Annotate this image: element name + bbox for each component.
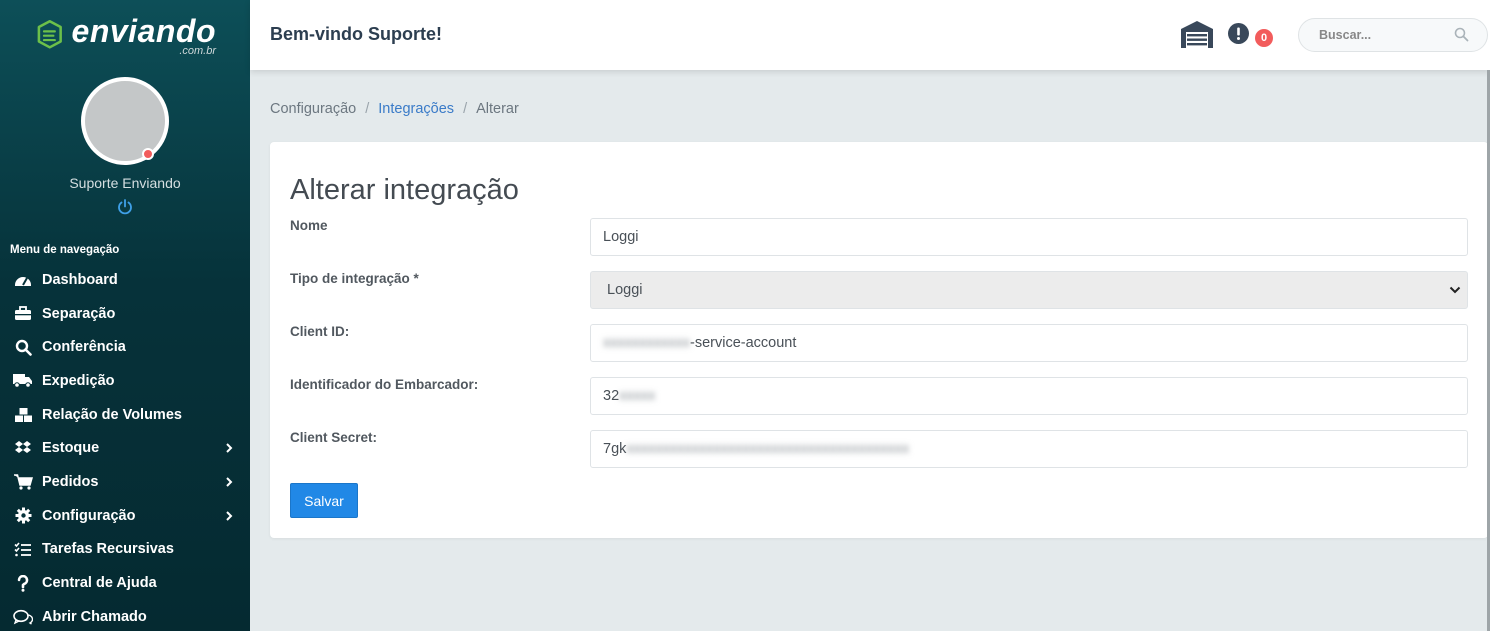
tipo-integracao-value: Loggi <box>607 282 643 298</box>
sidebar-item-abrir-chamado[interactable]: Abrir Chamado <box>0 600 250 631</box>
task-list-icon <box>13 540 33 558</box>
sidebar-item-configuracao[interactable]: Configuração <box>0 499 250 533</box>
field-embarcador: Identificador do Embarcador: 32xxxxx <box>290 377 1468 415</box>
redacted-text: xxxxxxxxxxxx <box>603 335 690 351</box>
edit-integration-card: Alterar integração Nome Loggi Tipo de in… <box>270 142 1488 538</box>
nav-header: Menu de navegação <box>10 244 120 256</box>
chevron-down-icon <box>1449 286 1461 294</box>
logo-box-icon <box>37 19 62 49</box>
warehouse-icon[interactable] <box>1180 19 1214 49</box>
embarcador-visible-part: 32 <box>603 388 620 404</box>
dashboard-gauge-icon <box>13 271 33 289</box>
logo-name: enviando <box>71 13 216 49</box>
user-name: Suporte Enviando <box>69 175 181 191</box>
tipo-integracao-label: Tipo de integração * <box>290 271 419 286</box>
sidebar-item-label: Dashboard <box>42 271 118 288</box>
sidebar-item-central-ajuda[interactable]: Central de Ajuda <box>0 566 250 600</box>
chevron-right-icon <box>226 443 233 453</box>
client-id-visible-part: -service-account <box>690 335 797 351</box>
sidebar-item-label: Central de Ajuda <box>42 575 157 592</box>
chevron-right-icon <box>226 510 233 521</box>
nome-input[interactable]: Loggi <box>590 218 1468 256</box>
sidebar-item-separacao[interactable]: Separação <box>0 297 250 331</box>
status-indicator <box>142 148 154 160</box>
toolbox-icon <box>13 305 33 323</box>
search-icon <box>13 338 33 356</box>
sidebar-item-label: Pedidos <box>42 473 99 490</box>
logo[interactable]: enviando .com.br <box>36 13 216 61</box>
client-secret-label: Client Secret: <box>290 430 378 445</box>
sidebar-item-pedidos[interactable]: Pedidos <box>0 465 250 499</box>
embarcador-label: Identificador do Embarcador: <box>290 377 479 392</box>
truck-icon <box>13 372 33 390</box>
breadcrumb-separator: / <box>365 101 370 117</box>
dropbox-icon <box>13 439 33 457</box>
tipo-integracao-select[interactable]: Loggi <box>590 271 1468 309</box>
sidebar-item-label: Expedição <box>42 372 115 389</box>
chat-icon <box>13 608 33 626</box>
welcome-message: Bem-vindo Suporte! <box>270 24 443 44</box>
sidebar-item-dashboard[interactable]: Dashboard <box>0 263 250 297</box>
breadcrumb-integracoes[interactable]: Integrações <box>378 101 454 117</box>
sidebar-item-label: Configuração <box>42 507 136 524</box>
breadcrumb: Configuração / Integrações / Alterar <box>270 101 519 117</box>
sidebar: enviando .com.br Suporte Enviando Menu d… <box>0 0 250 631</box>
client-id-label: Client ID: <box>290 324 350 339</box>
search-box <box>1298 18 1488 52</box>
question-icon <box>13 574 33 592</box>
sidebar-item-label: Estoque <box>42 440 100 457</box>
sidebar-item-conferencia[interactable]: Conferência <box>0 330 250 364</box>
avatar[interactable] <box>81 77 169 165</box>
sidebar-item-label: Abrir Chamado <box>42 608 147 625</box>
save-button[interactable]: Salvar <box>290 483 358 518</box>
gear-icon <box>13 507 33 525</box>
client-secret-visible-part: 7gk <box>603 441 627 457</box>
alert-count-badge[interactable]: 0 <box>1255 29 1273 47</box>
embarcador-input[interactable]: 32xxxxx <box>590 377 1468 415</box>
client-id-input[interactable]: xxxxxxxxxxxx-service-account <box>590 324 1468 362</box>
nav-menu: Dashboard Separação Conferência Expediçã… <box>0 263 250 631</box>
sidebar-item-label: Relação de Volumes <box>42 406 182 423</box>
sidebar-item-label: Separação <box>42 305 116 322</box>
breadcrumb-alterar: Alterar <box>476 101 519 117</box>
power-icon[interactable] <box>116 198 134 216</box>
page-title: Alterar integração <box>290 174 519 206</box>
field-tipo-integracao: Tipo de integração * Loggi <box>290 271 1468 309</box>
field-client-id: Client ID: xxxxxxxxxxxx-service-account <box>290 324 1468 362</box>
sidebar-item-label: Tarefas Recursivas <box>42 541 174 558</box>
sidebar-item-tarefas[interactable]: Tarefas Recursivas <box>0 533 250 567</box>
breadcrumb-configuracao[interactable]: Configuração <box>270 101 356 117</box>
breadcrumb-separator: / <box>463 101 468 117</box>
field-client-secret: Client Secret: 7gkxxxxxxxxxxxxxxxxxxxxxx… <box>290 430 1468 468</box>
nome-label: Nome <box>290 218 328 233</box>
topbar: Bem-vindo Suporte! 0 <box>250 0 1490 70</box>
search-input[interactable] <box>1319 19 1459 51</box>
sidebar-item-label: Conferência <box>42 339 126 356</box>
sidebar-item-estoque[interactable]: Estoque <box>0 431 250 465</box>
redacted-text: xxxxxxxxxxxxxxxxxxxxxxxxxxxxxxxxxxxxxxx <box>626 441 910 457</box>
search-icon[interactable] <box>1454 27 1469 42</box>
client-secret-input[interactable]: 7gkxxxxxxxxxxxxxxxxxxxxxxxxxxxxxxxxxxxxx… <box>590 430 1468 468</box>
sidebar-item-relacao-volumes[interactable]: Relação de Volumes <box>0 398 250 432</box>
chevron-right-icon <box>226 477 233 487</box>
sidebar-item-expedicao[interactable]: Expedição <box>0 364 250 398</box>
shopping-cart-icon <box>13 473 33 491</box>
cubes-icon <box>13 406 33 424</box>
field-nome: Nome Loggi <box>290 218 1468 256</box>
redacted-text: xxxxx <box>619 388 656 404</box>
alert-icon[interactable] <box>1228 23 1249 44</box>
